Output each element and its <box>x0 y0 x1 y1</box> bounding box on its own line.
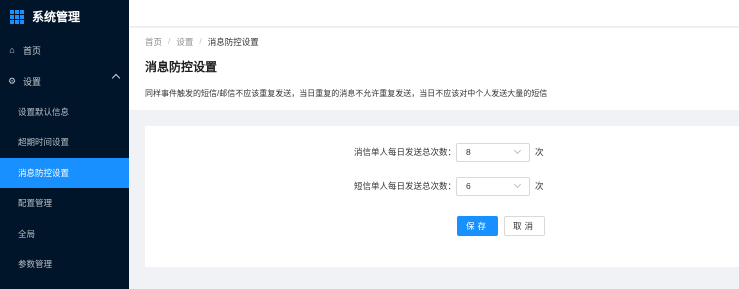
sidebar-item-label: 设置 <box>23 76 42 87</box>
sms-count-label: 短信单人每日发送总次数： <box>353 181 456 191</box>
breadcrumb-separator: / <box>168 36 171 46</box>
chevron-up-icon <box>111 73 121 83</box>
sidebar-item-default-info[interactable]: 设置默认信息 <box>0 97 129 127</box>
sidebar-item-label: 超期时间设置 <box>18 137 70 147</box>
breadcrumb-current: 消息防控设置 <box>207 37 259 47</box>
message-count-value: 8 <box>466 146 471 157</box>
page-description: 同样事件触发的短信/邮信不应该重复发送，当日重复的消息不允许重复发送，当日不应该… <box>145 89 548 98</box>
app-root: 系统管理 ⌂ 首页 ⚙ 设置 设置默认信息 超期时间设置 消息防控设置 配置管理… <box>0 0 739 289</box>
sidebar-item-label: 全局 <box>18 229 36 239</box>
gear-icon: ⚙ <box>7 75 17 86</box>
sidebar: 系统管理 ⌂ 首页 ⚙ 设置 设置默认信息 超期时间设置 消息防控设置 配置管理… <box>0 0 129 289</box>
sidebar-item-label: 参数管理 <box>18 259 53 269</box>
message-count-select[interactable]: 8 <box>456 142 530 162</box>
page-header: 首页 / 设置 / 消息防控设置 消息防控设置 同样事件触发的短信/邮信不应该重… <box>129 28 739 110</box>
sidebar-item-global[interactable]: 全局 <box>0 219 129 249</box>
sms-count-unit: 次 <box>535 181 544 191</box>
message-count-label: 消信单人每日发送总次数： <box>353 147 456 157</box>
breadcrumb-home[interactable]: 首页 <box>145 36 162 48</box>
sidebar-item-label: 消息防控设置 <box>18 168 70 178</box>
sidebar-item-settings[interactable]: ⚙ 设置 <box>0 66 129 96</box>
breadcrumb: 首页 / 设置 / 消息防控设置 <box>145 36 259 48</box>
sidebar-brand: 系统管理 <box>0 0 129 33</box>
cancel-button[interactable]: 取消 <box>504 216 545 236</box>
form-row-message-count: 消信单人每日发送总次数： 8 次 <box>145 142 739 162</box>
sidebar-item-timeout[interactable]: 超期时间设置 <box>0 127 129 157</box>
top-bar <box>129 0 739 27</box>
chevron-down-icon <box>513 180 522 188</box>
message-count-unit: 次 <box>535 147 544 157</box>
chevron-down-icon <box>513 146 522 154</box>
breadcrumb-separator: / <box>199 36 202 46</box>
save-button[interactable]: 保存 <box>457 216 498 236</box>
sidebar-item-message-control[interactable]: 消息防控设置 <box>0 158 129 188</box>
sidebar-item-params[interactable]: 参数管理 <box>0 249 129 279</box>
sidebar-item-config[interactable]: 配置管理 <box>0 188 129 218</box>
home-icon: ⌂ <box>9 45 15 55</box>
sms-count-select[interactable]: 6 <box>456 176 530 196</box>
sidebar-item-label: 设置默认信息 <box>18 107 70 117</box>
settings-form-card: 消信单人每日发送总次数： 8 次 短信单人每日发送总次数： 6 次 保存 取消 <box>145 126 739 267</box>
sidebar-item-home[interactable]: ⌂ 首页 <box>0 35 129 65</box>
app-title: 系统管理 <box>32 10 81 24</box>
sidebar-item-label: 首页 <box>23 45 42 56</box>
sidebar-item-label: 配置管理 <box>18 198 53 208</box>
page-title: 消息防控设置 <box>145 60 218 74</box>
form-row-sms-count: 短信单人每日发送总次数： 6 次 <box>145 176 739 196</box>
apps-grid-icon <box>10 9 24 24</box>
breadcrumb-settings[interactable]: 设置 <box>176 36 193 48</box>
sms-count-value: 6 <box>466 180 471 191</box>
